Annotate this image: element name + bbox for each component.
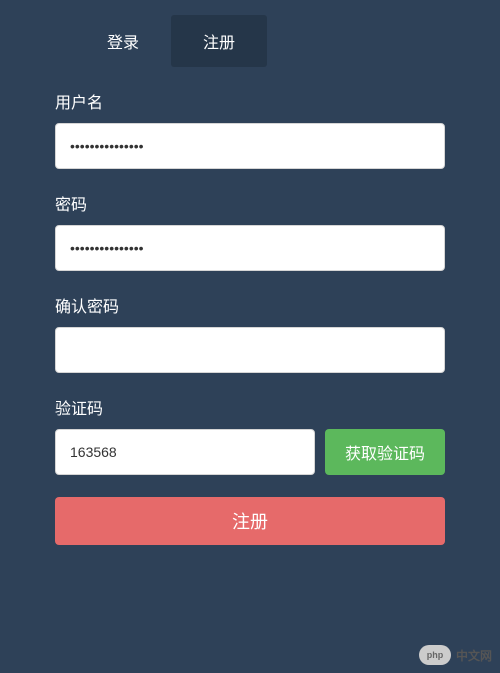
confirm-password-group: 确认密码 (55, 293, 445, 373)
password-group: 密码 (55, 191, 445, 271)
tab-bar: 登录 注册 (75, 0, 445, 67)
tab-register[interactable]: 注册 (171, 15, 267, 67)
confirm-password-input[interactable] (55, 327, 445, 373)
php-logo-icon: php (419, 645, 451, 665)
password-input[interactable] (55, 225, 445, 271)
username-input[interactable] (55, 123, 445, 169)
username-label: 用户名 (55, 89, 445, 113)
watermark-text: 中文网 (456, 647, 492, 664)
captcha-group: 验证码 获取验证码 (55, 395, 445, 475)
username-group: 用户名 (55, 89, 445, 169)
confirm-password-label: 确认密码 (55, 293, 445, 317)
get-captcha-button[interactable]: 获取验证码 (325, 429, 445, 475)
password-label: 密码 (55, 191, 445, 215)
register-button[interactable]: 注册 (55, 497, 445, 545)
tab-login[interactable]: 登录 (75, 15, 171, 67)
captcha-label: 验证码 (55, 395, 445, 419)
watermark: php 中文网 (419, 645, 492, 665)
captcha-input[interactable] (55, 429, 315, 475)
